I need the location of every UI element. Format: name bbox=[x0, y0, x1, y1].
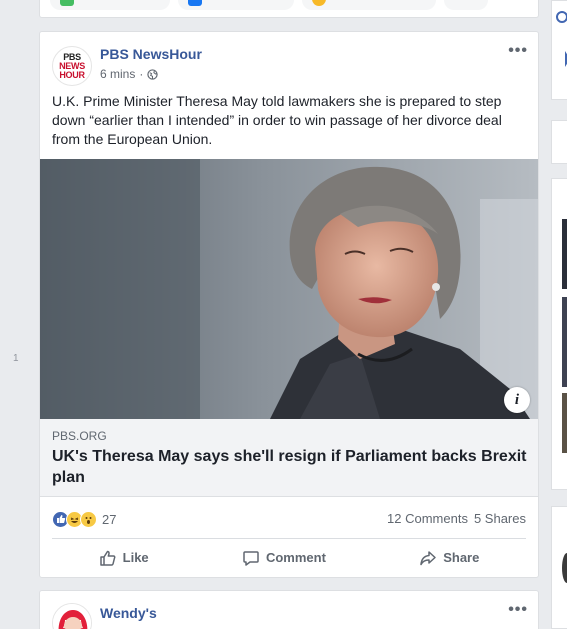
like-label: Like bbox=[122, 550, 149, 565]
tag-friends-button[interactable] bbox=[178, 0, 294, 10]
post-options-button[interactable]: ••• bbox=[508, 42, 528, 60]
link-domain: PBS.ORG bbox=[52, 429, 107, 443]
feeling-activity-button[interactable] bbox=[302, 0, 436, 10]
sidebar-card bbox=[551, 178, 567, 490]
thumbs-up-icon bbox=[99, 550, 116, 566]
shares-count-link[interactable]: 5 Shares bbox=[474, 511, 526, 526]
link-preview[interactable]: PBS.ORG UK's Theresa May says she'll res… bbox=[40, 419, 538, 497]
share-label: Share bbox=[443, 550, 480, 565]
reaction-count: 27 bbox=[102, 511, 117, 527]
feed-post: Wendy's ••• bbox=[39, 590, 539, 629]
meta-separator: · bbox=[139, 67, 144, 81]
tag-friends-icon bbox=[188, 0, 202, 6]
post-timestamp[interactable]: 6 mins bbox=[100, 67, 135, 81]
share-button[interactable]: Share bbox=[419, 549, 479, 567]
comment-icon bbox=[243, 550, 259, 566]
wendys-avatar[interactable] bbox=[52, 603, 92, 629]
post-meta: 6 mins · bbox=[100, 67, 159, 81]
theresa-may-photo bbox=[40, 159, 538, 419]
comment-button[interactable]: Comment bbox=[242, 549, 326, 567]
sidebar-card bbox=[551, 506, 567, 629]
logo-text: HOUR bbox=[59, 69, 85, 80]
feeling-icon bbox=[312, 0, 326, 6]
post-author-link[interactable]: PBS NewsHour bbox=[100, 46, 202, 62]
feed-post: PBS NEWS HOUR PBS NewsHour 6 mins · ••• … bbox=[39, 31, 539, 578]
comments-count-link[interactable]: 12 Comments bbox=[387, 511, 468, 526]
like-button[interactable]: Like bbox=[99, 549, 149, 567]
photo-icon bbox=[60, 0, 74, 6]
wow-reaction-icon bbox=[80, 510, 97, 528]
post-text: U.K. Prime Minister Theresa May told law… bbox=[52, 93, 502, 147]
more-composer-button[interactable] bbox=[444, 0, 488, 10]
comment-label: Comment bbox=[265, 550, 326, 565]
sidebar-card bbox=[551, 120, 567, 164]
globe-icon[interactable] bbox=[147, 68, 159, 80]
post-options-button[interactable]: ••• bbox=[508, 601, 528, 619]
photo-video-button[interactable] bbox=[50, 0, 170, 10]
link-headline[interactable]: UK's Theresa May says she'll resign if P… bbox=[52, 446, 532, 488]
wendys-logo bbox=[53, 604, 91, 629]
sidebar-card bbox=[551, 0, 567, 100]
composer-strip bbox=[39, 0, 539, 18]
post-stats: 12 Comments 5 Shares bbox=[387, 511, 526, 526]
page-avatar[interactable]: PBS NEWS HOUR bbox=[52, 46, 92, 86]
post-author-link[interactable]: Wendy's bbox=[100, 605, 157, 621]
share-arrow-icon bbox=[420, 550, 436, 565]
image-info-button[interactable]: i bbox=[504, 387, 530, 413]
side-marker: 1 bbox=[13, 353, 19, 364]
right-sidebar bbox=[551, 0, 567, 629]
link-preview-image[interactable]: i bbox=[40, 159, 538, 419]
post-actions: Like Comment Share bbox=[52, 538, 526, 576]
reaction-summary[interactable]: 27 bbox=[52, 509, 116, 529]
